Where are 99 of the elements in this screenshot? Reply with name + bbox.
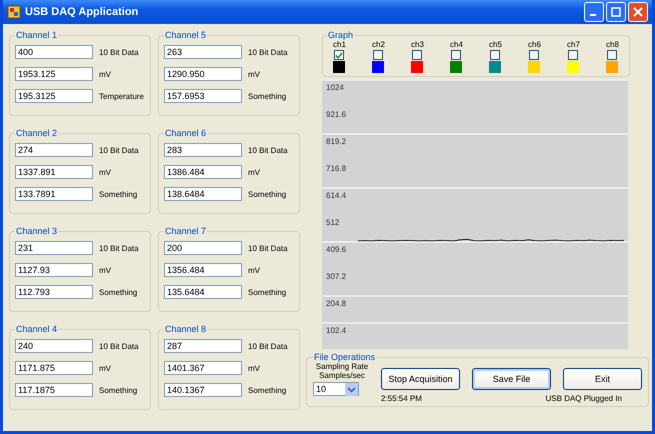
channel-checkbox[interactable]: [373, 50, 384, 60]
value-field[interactable]: 240: [15, 339, 93, 353]
field-label: Something: [99, 288, 138, 296]
field-label: mV: [99, 266, 111, 274]
axis-label: 204.8: [326, 299, 346, 308]
axis-label: 409.6: [326, 245, 346, 254]
value-field[interactable]: 195.3125: [15, 89, 93, 103]
field-label: mV: [99, 168, 111, 176]
channel-label: ch3: [411, 40, 424, 49]
value-field[interactable]: 1356.484: [164, 263, 242, 277]
value-field[interactable]: 263: [164, 45, 242, 59]
channel-label: ch2: [372, 40, 385, 49]
channel-checkbox[interactable]: [490, 50, 500, 60]
value-field[interactable]: 1337.891: [15, 165, 93, 179]
status-text: USB DAQ Plugged In: [546, 394, 622, 403]
channel-label: ch1: [333, 40, 346, 49]
channel-label: ch4: [450, 40, 463, 49]
field-label: mV: [248, 168, 260, 176]
field-label: 10 Bit Data: [248, 48, 288, 56]
group-title: Channel 4: [15, 324, 58, 334]
value-field[interactable]: 117.1875: [15, 383, 93, 397]
channel-checkbox[interactable]: [412, 50, 422, 60]
channel-label: ch8: [606, 40, 619, 49]
field-label: mV: [248, 70, 260, 78]
exit-button[interactable]: Exit: [563, 368, 642, 390]
field-label: Something: [99, 190, 138, 198]
axis-label: 307.2: [326, 272, 346, 281]
window-title: USB DAQ Application: [25, 6, 138, 18]
channel-checkbox[interactable]: [529, 50, 540, 60]
group-title: Channel 5: [164, 30, 208, 40]
app-icon: [7, 5, 21, 19]
close-icon: [633, 7, 643, 17]
channel-checkbox[interactable]: [334, 50, 344, 60]
value-field[interactable]: 283: [164, 143, 242, 157]
minimize-icon: [590, 14, 596, 16]
value-field[interactable]: 287: [164, 339, 242, 353]
group-title: Channel 7: [164, 226, 208, 236]
field-label: Something: [248, 386, 286, 394]
value-field[interactable]: 138.6484: [164, 187, 242, 201]
axis-label: 614.4: [326, 191, 346, 200]
field-label: mV: [99, 364, 111, 372]
value-field[interactable]: 200: [164, 241, 242, 255]
value-field[interactable]: 1127.93: [15, 263, 93, 277]
axis-label: 921.6: [326, 110, 346, 119]
channel-label: ch5: [489, 40, 502, 49]
field-label: Something: [248, 288, 286, 296]
value-field[interactable]: 157.6953: [164, 89, 242, 103]
value-field[interactable]: 1386.484: [164, 165, 242, 179]
field-label: 10 Bit Data: [99, 342, 139, 350]
axis-label: 819.2: [326, 137, 346, 146]
field-label: mV: [248, 266, 260, 274]
field-label: Something: [248, 92, 286, 100]
channel-checkbox[interactable]: [451, 50, 462, 60]
field-label: 10 Bit Data: [99, 244, 139, 252]
field-label: 10 Bit Data: [99, 48, 139, 56]
value-field[interactable]: 1171.875: [15, 361, 93, 375]
group-title: Channel 2: [15, 128, 58, 138]
channel-label: ch6: [528, 40, 541, 49]
maximize-button[interactable]: [606, 2, 626, 22]
group-title: Graph: [327, 30, 354, 40]
value-field[interactable]: 135.6484: [164, 285, 242, 299]
maximize-icon: [611, 7, 621, 17]
channel-label: ch7: [567, 40, 580, 49]
value-field[interactable]: 231: [15, 241, 93, 255]
value-field[interactable]: 1290.950: [164, 67, 242, 81]
value-field[interactable]: 1401.367: [164, 361, 242, 375]
field-label: mV: [99, 70, 111, 78]
field-label: 10 Bit Data: [99, 146, 139, 154]
field-label: Something: [99, 386, 138, 394]
field-label: Something: [248, 190, 286, 198]
field-label: Temperature: [99, 92, 144, 100]
group-title: Channel 8: [164, 324, 208, 334]
stop-acquisition-button[interactable]: Stop Acquisition: [381, 368, 460, 390]
value-field[interactable]: 400: [15, 45, 93, 59]
sampling-rate-dropdown[interactable]: 10: [313, 382, 359, 396]
save-file-button[interactable]: Save File: [472, 368, 551, 390]
group-title: Channel 1: [15, 30, 58, 40]
time-text: 2:55:54 PM: [381, 394, 422, 403]
value-field[interactable]: 112.793: [15, 285, 93, 299]
close-button[interactable]: [628, 2, 648, 22]
axis-label: 102.4: [326, 326, 346, 335]
sampling-rate-label: Sampling Rate Samples/sec: [314, 362, 370, 380]
minimize-button[interactable]: [584, 2, 604, 22]
group-title: Channel 6: [164, 128, 208, 138]
group-title: Channel 3: [15, 226, 58, 236]
value-field[interactable]: 1953.125: [15, 67, 93, 81]
field-label: 10 Bit Data: [248, 244, 288, 252]
value-field[interactable]: 140.1367: [164, 383, 242, 397]
axis-label: 1024: [326, 83, 344, 92]
channel-checkbox[interactable]: [568, 50, 578, 60]
group-title: File Operations: [313, 352, 376, 362]
value-field[interactable]: 133.7891: [15, 187, 93, 201]
channel-checkbox[interactable]: [607, 50, 618, 60]
axis-label: 512: [326, 218, 340, 227]
field-label: 10 Bit Data: [248, 146, 288, 154]
axis-label: 716.8: [326, 164, 346, 173]
field-label: 10 Bit Data: [248, 342, 288, 350]
value-field[interactable]: 274: [15, 143, 93, 157]
field-label: mV: [248, 364, 260, 372]
